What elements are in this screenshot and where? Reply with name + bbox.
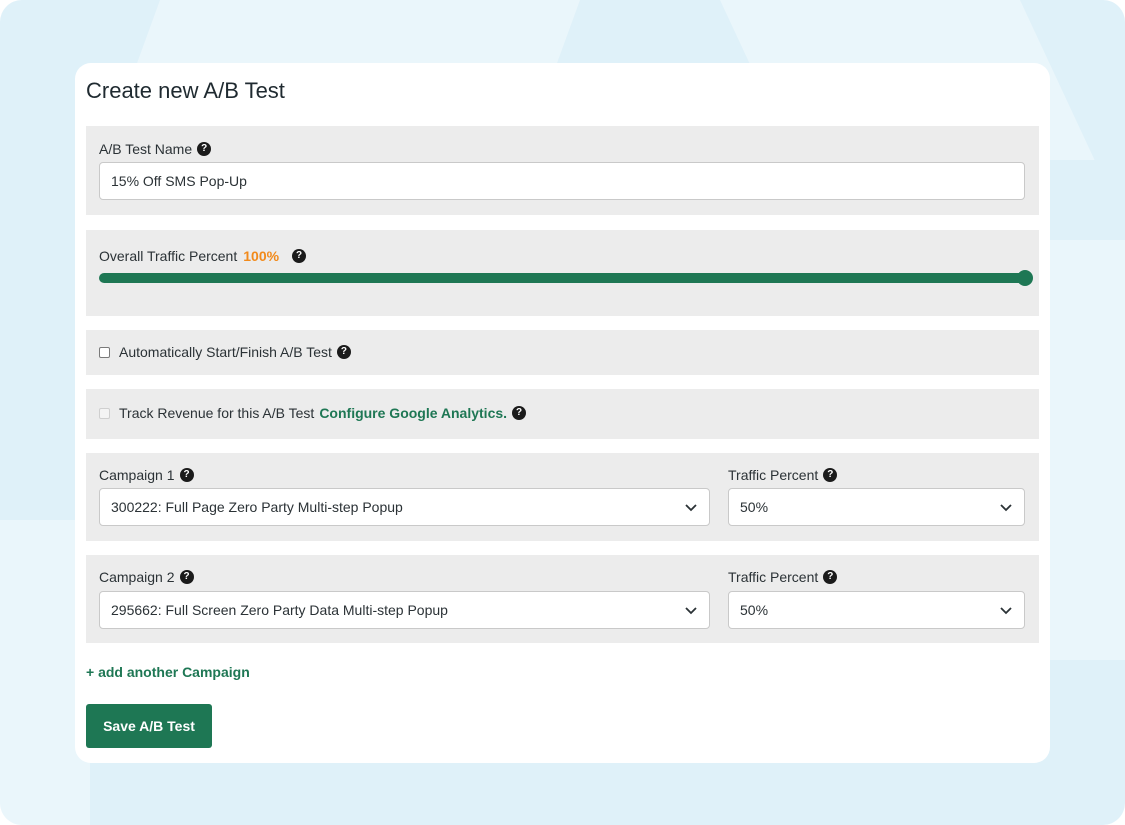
page-title: Create new A/B Test xyxy=(86,78,285,103)
save-ab-test-button[interactable]: Save A/B Test xyxy=(86,704,212,748)
chevron-down-icon xyxy=(1000,607,1012,615)
auto-start-checkbox[interactable] xyxy=(99,346,110,358)
configure-google-analytics-link[interactable]: Configure Google Analytics. xyxy=(319,405,507,421)
auto-start-section: Automatically Start/Finish A/B Test ? xyxy=(86,330,1039,375)
help-icon[interactable]: ? xyxy=(179,570,194,584)
traffic-label: Overall Traffic Percent xyxy=(99,248,238,264)
campaign-1-selected-value: 300222: Full Page Zero Party Multi-step … xyxy=(111,499,403,515)
campaign-2-selected-value: 295662: Full Screen Zero Party Data Mult… xyxy=(111,602,448,618)
track-revenue-checkbox[interactable] xyxy=(99,407,110,419)
campaign-2-label-row: Campaign 2 ? xyxy=(99,569,194,585)
campaign-2-traffic-label-row: Traffic Percent ? xyxy=(728,569,838,585)
traffic-slider-handle[interactable] xyxy=(1017,270,1033,286)
campaign-1-traffic-label-row: Traffic Percent ? xyxy=(728,467,838,483)
traffic-percent-value: 100% xyxy=(243,248,280,264)
campaign-1-select[interactable]: 300222: Full Page Zero Party Multi-step … xyxy=(99,488,710,526)
chevron-down-icon xyxy=(685,504,697,512)
campaign-1-traffic-select[interactable]: 50% xyxy=(728,488,1025,526)
help-icon[interactable]: ? xyxy=(197,142,212,156)
backdrop-ray xyxy=(1050,240,1125,660)
track-revenue-section: Track Revenue for this A/B Test Configur… xyxy=(86,389,1039,439)
campaign-1-label: Campaign 1 xyxy=(99,467,175,483)
help-icon[interactable]: ? xyxy=(292,249,307,263)
campaign-2-traffic-value: 50% xyxy=(740,602,769,618)
campaign-2-traffic-select[interactable]: 50% xyxy=(728,591,1025,629)
traffic-label-row: Overall Traffic Percent 100% ? xyxy=(99,248,307,264)
add-another-campaign-link[interactable]: + add another Campaign xyxy=(86,664,250,680)
campaign-1-traffic-value: 50% xyxy=(740,499,769,515)
campaign-1-label-row: Campaign 1 ? xyxy=(99,467,194,483)
test-name-label: A/B Test Name xyxy=(99,141,193,157)
auto-start-row: Automatically Start/Finish A/B Test ? xyxy=(99,344,351,360)
campaign-2-label: Campaign 2 xyxy=(99,569,175,585)
help-icon[interactable]: ? xyxy=(823,570,838,584)
help-icon[interactable]: ? xyxy=(823,468,838,482)
campaign-1-section: Campaign 1 ? Traffic Percent ? 300222: F… xyxy=(86,453,1039,541)
campaign-1-traffic-label: Traffic Percent xyxy=(728,467,819,483)
campaign-2-section: Campaign 2 ? Traffic Percent ? 295662: F… xyxy=(86,555,1039,643)
track-revenue-row: Track Revenue for this A/B Test Configur… xyxy=(99,405,527,421)
traffic-section: Overall Traffic Percent 100% ? xyxy=(86,230,1039,316)
campaign-2-select[interactable]: 295662: Full Screen Zero Party Data Mult… xyxy=(99,591,710,629)
help-icon[interactable]: ? xyxy=(512,406,527,420)
test-name-label-row: A/B Test Name ? xyxy=(99,141,212,157)
help-icon[interactable]: ? xyxy=(336,345,351,359)
test-name-section: A/B Test Name ? xyxy=(86,126,1039,215)
help-icon[interactable]: ? xyxy=(179,468,194,482)
test-name-input[interactable] xyxy=(99,162,1025,200)
traffic-slider-track[interactable] xyxy=(99,273,1025,283)
auto-start-label: Automatically Start/Finish A/B Test xyxy=(119,344,332,360)
campaign-2-traffic-label: Traffic Percent xyxy=(728,569,819,585)
ab-test-form-card: Create new A/B Test A/B Test Name ? Over… xyxy=(75,63,1050,763)
chevron-down-icon xyxy=(1000,504,1012,512)
track-revenue-label: Track Revenue for this A/B Test xyxy=(119,405,315,421)
chevron-down-icon xyxy=(685,607,697,615)
